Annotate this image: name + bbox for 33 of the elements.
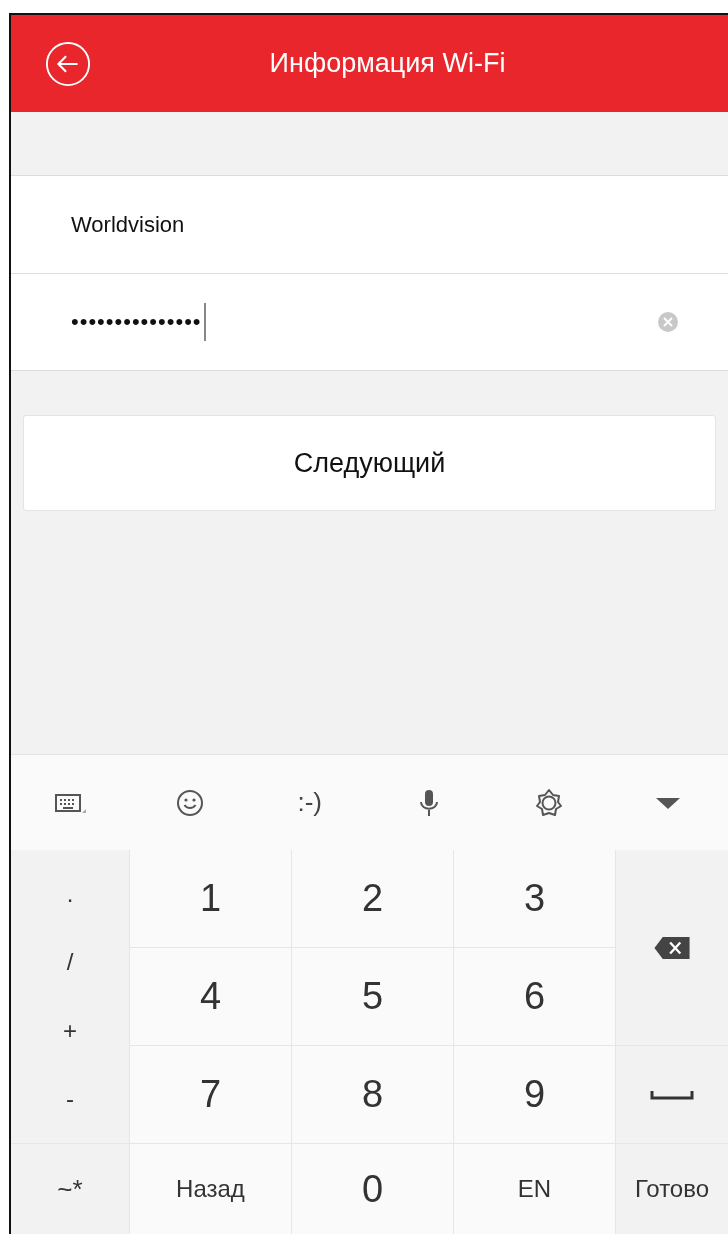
backspace-key[interactable] xyxy=(616,850,728,1045)
digit-key[interactable]: 1 xyxy=(130,850,291,947)
digit-key[interactable]: 7 xyxy=(130,1046,291,1143)
password-field[interactable]: ••••••••••••••• xyxy=(11,273,728,371)
symbol-key[interactable]: - xyxy=(66,1084,74,1113)
digit-key[interactable]: 2 xyxy=(292,850,453,947)
screen-title: Информация Wi-Fi xyxy=(269,48,506,79)
space-icon xyxy=(650,1089,694,1100)
smiley-icon[interactable] xyxy=(176,788,205,817)
symbol-key[interactable]: / xyxy=(66,948,74,977)
sun-icon[interactable] xyxy=(533,787,564,818)
emoticon-key[interactable]: :-) xyxy=(297,787,322,818)
symbols-key[interactable]: ~* xyxy=(11,1144,129,1234)
digit-key[interactable]: 9 xyxy=(454,1046,615,1143)
ssid-field[interactable]: Worldvision xyxy=(11,175,728,273)
microphone-icon[interactable] xyxy=(419,787,440,818)
password-value: ••••••••••••••• xyxy=(71,309,202,335)
digit-key[interactable]: 5 xyxy=(292,948,453,1045)
next-button[interactable]: Следующий xyxy=(23,415,716,511)
done-key[interactable]: Готово xyxy=(616,1144,728,1234)
symbol-key[interactable]: . xyxy=(66,880,74,909)
keyboard-icon[interactable] xyxy=(54,791,87,814)
digit-key[interactable]: 6 xyxy=(454,948,615,1045)
dropdown-triangle-icon[interactable] xyxy=(656,795,681,810)
backspace-icon xyxy=(653,935,691,960)
digit-key[interactable]: 0 xyxy=(292,1144,453,1234)
back-icon[interactable] xyxy=(45,40,91,87)
digit-key[interactable]: 4 xyxy=(130,948,291,1045)
symbol-key[interactable]: + xyxy=(63,1016,77,1045)
keyboard-key[interactable]: EN xyxy=(454,1144,615,1234)
digit-key[interactable]: 3 xyxy=(454,850,615,947)
digit-key[interactable]: 8 xyxy=(292,1046,453,1143)
keyboard-key[interactable]: Назад xyxy=(130,1144,291,1234)
